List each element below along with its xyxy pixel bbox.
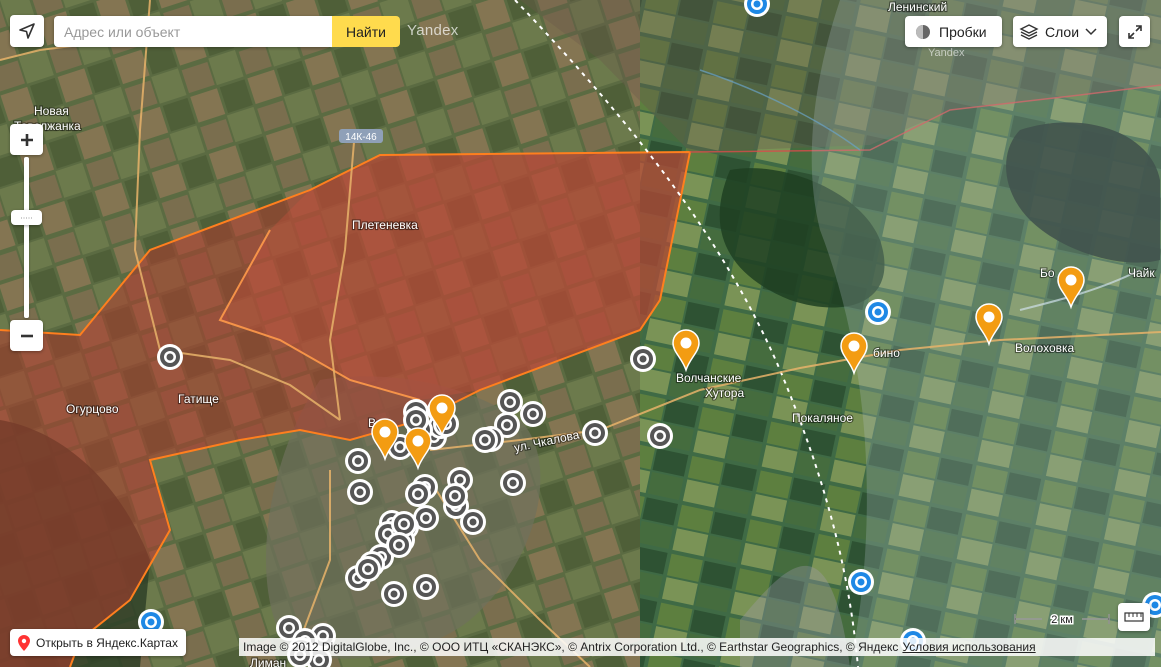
gray-marker[interactable] (442, 483, 468, 509)
gray-marker[interactable] (413, 574, 439, 600)
gray-marker[interactable] (381, 581, 407, 607)
chevron-down-icon (1085, 27, 1097, 35)
ruler-button[interactable] (1118, 603, 1150, 631)
traffic-icon (916, 24, 930, 39)
terms-link[interactable]: Условия использования (902, 640, 1035, 654)
expand-icon (1127, 24, 1142, 39)
open-in-yandex-maps-link[interactable]: Открыть в Яндекс.Картах (10, 629, 186, 656)
blue-marker[interactable] (865, 299, 891, 325)
traffic-button[interactable]: Пробки (905, 16, 1002, 47)
search-button[interactable]: Найти (332, 16, 400, 47)
gray-marker[interactable] (460, 509, 486, 535)
fullscreen-button[interactable] (1119, 16, 1150, 47)
search-bar: Найти (54, 16, 400, 47)
label-chaik: Чайк (1128, 266, 1155, 280)
label-yandex-small: Yandex (928, 47, 965, 59)
label-leninsky: Ленинский (888, 0, 947, 14)
gray-marker[interactable] (347, 479, 373, 505)
gray-marker[interactable] (355, 556, 381, 582)
map-pin-icon (18, 634, 30, 651)
grip-icon (20, 217, 33, 218)
label-khutora: Хутора (705, 386, 744, 400)
label-pletenevka: Плетеневка (352, 218, 418, 232)
scale-bar: 2 км (1014, 613, 1110, 626)
label-volokhovka: Волоховка (1015, 341, 1075, 355)
copyright-text: Image © 2012 DigitalGlobe, Inc., © ООО И… (243, 640, 899, 654)
copyright-bar: Image © 2012 DigitalGlobe, Inc., © ООО И… (239, 638, 1155, 656)
gray-marker[interactable] (497, 389, 523, 415)
gray-marker[interactable] (500, 470, 526, 496)
blue-marker[interactable] (848, 569, 874, 595)
gray-marker[interactable] (520, 401, 546, 427)
layers-icon (1019, 23, 1039, 40)
gray-marker[interactable] (630, 346, 656, 372)
gray-marker[interactable] (647, 423, 673, 449)
label-bo: Бо (1040, 266, 1055, 280)
label-liman: Лиман (250, 656, 286, 667)
gray-marker[interactable] (582, 420, 608, 446)
yandex-logo: Yandex (407, 22, 459, 39)
geolocation-button[interactable] (10, 15, 44, 47)
label-gatishche: Гатище (178, 392, 219, 406)
scale-label: 2 км (1051, 614, 1073, 626)
zoom-out-button[interactable] (10, 320, 43, 351)
gray-marker[interactable] (386, 532, 412, 558)
layers-label: Слои (1045, 23, 1080, 40)
gray-marker[interactable] (345, 448, 371, 474)
label-pokalyanoe: Покаляное (792, 411, 853, 425)
location-arrow-icon (19, 23, 35, 39)
minus-icon (20, 334, 33, 337)
traffic-label: Пробки (939, 23, 987, 40)
layers-button[interactable]: Слои (1013, 16, 1107, 47)
plus-icon (20, 133, 33, 146)
satellite-map[interactable]: 14К-46 Новая Таволжанка Плетеневка Огурц… (0, 0, 1161, 667)
gray-marker[interactable] (472, 427, 498, 453)
search-input[interactable] (54, 16, 332, 47)
zoom-slider-handle[interactable] (11, 210, 42, 225)
road-ref-label: 14К-46 (345, 132, 377, 143)
label-novaya: Новая (34, 104, 69, 118)
zoom-slider-track[interactable] (24, 157, 29, 318)
label-ogurtsovo: Огурцово (66, 402, 119, 416)
ruler-icon (1124, 612, 1144, 622)
label-volchanskie: Волчанские (676, 371, 742, 385)
label-bino: бино (873, 346, 900, 360)
zoom-in-button[interactable] (10, 124, 43, 155)
gray-marker[interactable] (405, 481, 431, 507)
open-in-yandex-maps-label: Открыть в Яндекс.Картах (36, 635, 178, 650)
gray-marker[interactable] (157, 344, 183, 370)
